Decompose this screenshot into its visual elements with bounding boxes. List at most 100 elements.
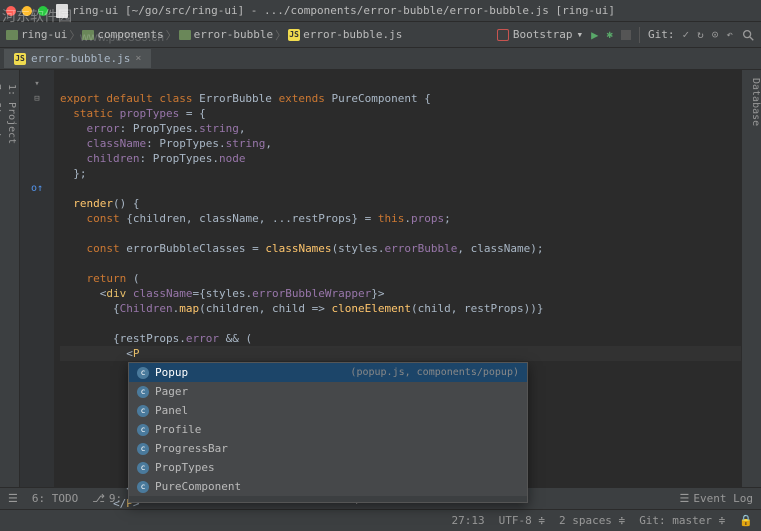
code-line: export default class ErrorBubble extends… xyxy=(60,92,431,105)
git-branch-selector[interactable]: Git: master ≑ xyxy=(639,514,725,527)
code-line-active: <P xyxy=(60,346,741,361)
breadcrumb-sep: 〉 xyxy=(166,27,177,43)
autocomplete-label: Panel xyxy=(155,404,188,417)
class-icon: c xyxy=(137,481,149,493)
code-line: className: PropTypes.string, xyxy=(60,137,272,150)
tool-window-button[interactable]: ☰ xyxy=(8,492,18,505)
file-icon xyxy=(56,4,68,18)
left-tool-strip: 1: Project 7: Structure npm 2: Favorites xyxy=(0,70,20,487)
autocomplete-label: Profile xyxy=(155,423,201,436)
class-icon: c xyxy=(137,424,149,436)
autocomplete-label: PropTypes xyxy=(155,461,215,474)
breadcrumb-item[interactable]: error-bubble xyxy=(179,28,273,41)
structure-panel-tab[interactable]: 7: Structure xyxy=(0,78,4,487)
override-gutter-icon[interactable]: o↑ xyxy=(31,183,43,194)
javascript-icon: JS xyxy=(14,53,26,65)
event-log-icon: ☰ xyxy=(680,492,690,505)
separator xyxy=(639,27,640,43)
maximize-window-button[interactable] xyxy=(38,6,48,16)
autocomplete-item[interactable]: c Panel xyxy=(129,401,527,420)
class-icon: c xyxy=(137,367,149,379)
folder-icon xyxy=(6,30,18,40)
breadcrumb-sep: 〉 xyxy=(69,27,80,43)
code-line: static propTypes = { xyxy=(60,107,206,120)
breadcrumb-sep: 〉 xyxy=(275,27,286,43)
run-configuration-selector[interactable]: Bootstrap ▾ xyxy=(497,28,583,41)
autocomplete-item[interactable]: c ProgressBar xyxy=(129,439,527,458)
code-line: return ( xyxy=(60,272,140,285)
autocomplete-label: Pager xyxy=(155,385,188,398)
editor-gutter: ▾ ⊟ o↑ xyxy=(20,70,54,487)
cursor-position[interactable]: 27:13 xyxy=(451,514,484,527)
lock-icon[interactable]: 🔒 xyxy=(739,514,753,527)
close-icon[interactable]: × xyxy=(135,53,141,64)
debug-button[interactable]: ✱ xyxy=(606,28,613,41)
window-title-text: ring-ui [~/go/src/ring-ui] - .../compone… xyxy=(72,4,615,17)
fold-icon[interactable]: ⊟ xyxy=(34,94,39,104)
code-line: render() { xyxy=(60,197,140,210)
breadcrumb-file[interactable]: JS error-bubble.js xyxy=(288,28,402,41)
window-controls xyxy=(6,6,48,16)
git-commit-icon[interactable]: ↻ xyxy=(697,28,704,41)
autocomplete-hint: (popup.js, components/popup) xyxy=(350,367,519,378)
breadcrumb-label: ring-ui xyxy=(21,28,67,41)
autocomplete-item[interactable]: c PureComponent xyxy=(129,477,527,496)
code-line: <div className={styles.errorBubbleWrappe… xyxy=(60,287,385,300)
class-icon: c xyxy=(137,443,149,455)
breadcrumb-item[interactable]: components xyxy=(82,28,163,41)
tab-filename: error-bubble.js xyxy=(31,52,130,65)
navbar: ring-ui 〉 components 〉 error-bubble 〉 JS… xyxy=(0,22,761,48)
class-icon: c xyxy=(137,386,149,398)
code-line: }; xyxy=(60,167,87,180)
stop-button[interactable] xyxy=(621,30,631,40)
database-panel-tab[interactable]: Database xyxy=(750,78,761,487)
autocomplete-item[interactable]: c Profile xyxy=(129,420,527,439)
breadcrumb-label: error-bubble xyxy=(194,28,273,41)
history-icon[interactable]: ⊙ xyxy=(712,28,719,41)
editor-tab[interactable]: JS error-bubble.js × xyxy=(4,49,151,68)
breadcrumb: ring-ui 〉 components 〉 error-bubble 〉 JS… xyxy=(6,27,402,43)
right-tool-strip: Database xyxy=(741,70,761,487)
titlebar: ring-ui [~/go/src/ring-ui] - .../compone… xyxy=(0,0,761,22)
code-line: {restProps.error && ( xyxy=(60,332,252,345)
breadcrumb-root[interactable]: ring-ui xyxy=(6,28,67,41)
autocomplete-label: PureComponent xyxy=(155,480,241,493)
window-title: ring-ui [~/go/src/ring-ui] - .../compone… xyxy=(56,4,615,18)
run-button[interactable]: ▶ xyxy=(591,28,598,42)
chevron-down-icon: ▾ xyxy=(577,28,584,41)
class-icon: c xyxy=(137,405,149,417)
code-line: children: PropTypes.node xyxy=(60,152,245,165)
code-line: error: PropTypes.string, xyxy=(60,122,245,135)
autocomplete-item[interactable]: c PropTypes xyxy=(129,458,527,477)
folder-icon xyxy=(179,30,191,40)
minimize-window-button[interactable] xyxy=(22,6,32,16)
folder-icon xyxy=(82,30,94,40)
autocomplete-item[interactable]: c Popup (popup.js, components/popup) xyxy=(129,363,527,382)
breadcrumb-label: error-bubble.js xyxy=(303,28,402,41)
encoding-selector[interactable]: UTF-8 ≑ xyxy=(499,514,545,527)
autocomplete-label: ProgressBar xyxy=(155,442,228,455)
code-line: const {children, className, ...restProps… xyxy=(60,212,451,225)
breadcrumb-label: components xyxy=(97,28,163,41)
indent-selector[interactable]: 2 spaces ≑ xyxy=(559,514,625,527)
project-panel-tab[interactable]: 1: Project xyxy=(4,78,19,487)
revert-icon[interactable]: ↶ xyxy=(726,28,733,41)
bootstrap-icon xyxy=(497,29,509,41)
code-line: {Children.map(children, child => cloneEl… xyxy=(60,302,543,315)
git-update-icon[interactable]: ✓ xyxy=(683,28,690,41)
git-label: Git: xyxy=(648,28,675,41)
run-config-label: Bootstrap xyxy=(513,28,573,41)
autocomplete-item[interactable]: c Pager xyxy=(129,382,527,401)
autocomplete-label: Popup xyxy=(155,366,188,379)
autocomplete-popup: c Popup (popup.js, components/popup) c P… xyxy=(128,362,528,503)
autocomplete-footer xyxy=(129,496,527,502)
search-icon[interactable] xyxy=(741,28,755,42)
fold-icon[interactable]: ▾ xyxy=(34,79,39,89)
event-log-tool-tab[interactable]: ☰ Event Log xyxy=(680,492,753,505)
editor-tabs: JS error-bubble.js × xyxy=(0,48,761,70)
javascript-icon: JS xyxy=(288,29,300,41)
close-window-button[interactable] xyxy=(6,6,16,16)
code-editor[interactable]: ▾ ⊟ o↑ export default class ErrorBubble … xyxy=(20,70,741,487)
statusbar: 27:13 UTF-8 ≑ 2 spaces ≑ Git: master ≑ 🔒 xyxy=(0,509,761,531)
code-line: const errorBubbleClasses = classNames(st… xyxy=(60,242,544,255)
